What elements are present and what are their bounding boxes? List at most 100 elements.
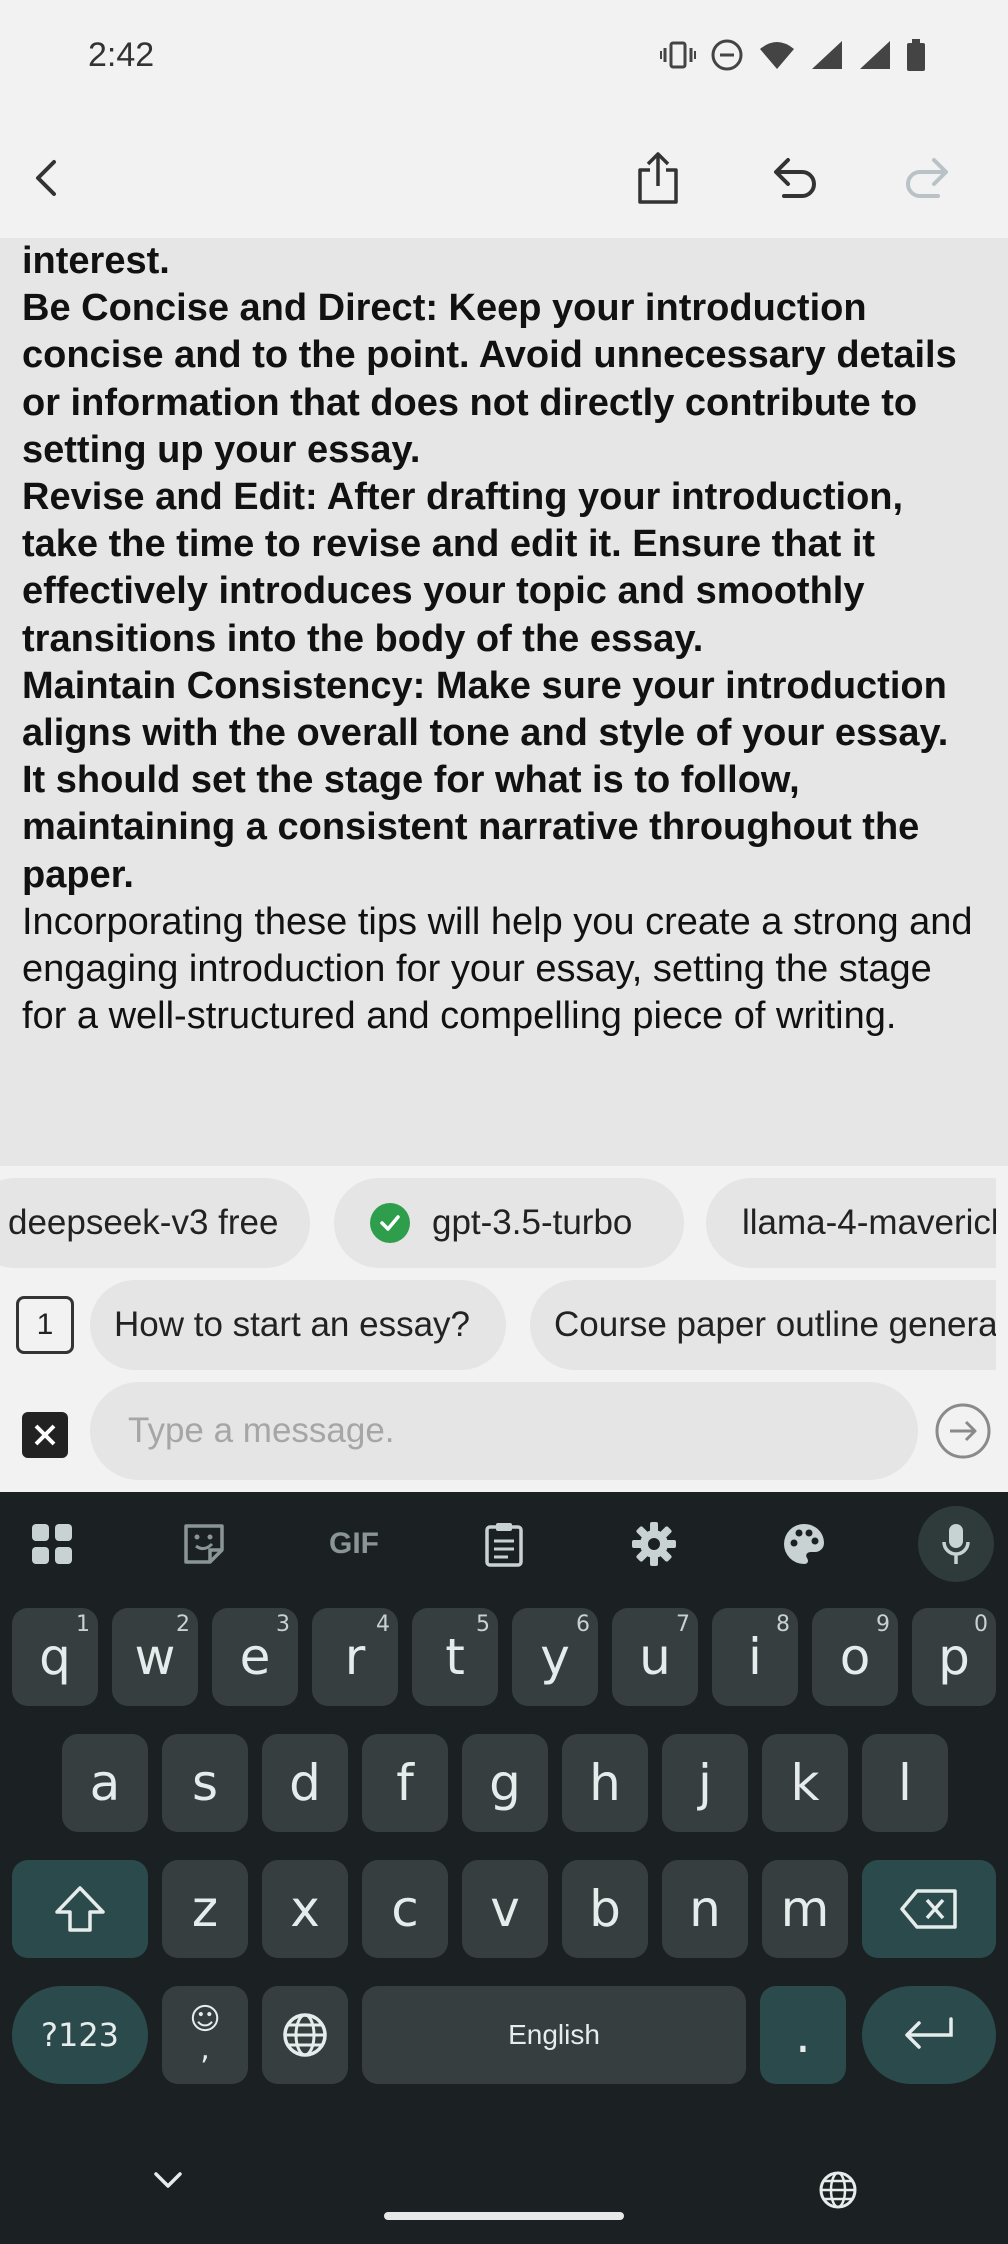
- undo-button[interactable]: [754, 138, 834, 218]
- emoji-comma-key[interactable]: ☺ ,: [162, 1986, 248, 2084]
- suggestion-chip-label: How to start an essay?: [114, 1305, 470, 1344]
- key-g[interactable]: g: [462, 1734, 548, 1832]
- space-key[interactable]: English: [362, 1986, 746, 2084]
- share-icon: [638, 152, 678, 204]
- key-e[interactable]: e3: [212, 1608, 298, 1706]
- signal-icon-2: [858, 39, 892, 71]
- microphone-icon: [942, 1524, 970, 1564]
- key-u[interactable]: u7: [612, 1608, 698, 1706]
- suggestion-chip-outline[interactable]: Course paper outline generator: [530, 1280, 996, 1370]
- emoji-icon: ☺: [189, 2002, 221, 2037]
- key-o[interactable]: o9: [812, 1608, 898, 1706]
- suggestion-row: 1 How to start an essay? Course paper ou…: [0, 1280, 1008, 1372]
- key-w[interactable]: w2: [112, 1608, 198, 1706]
- model-chip-label: gpt-3.5-turbo: [432, 1203, 633, 1242]
- clipboard-button[interactable]: [466, 1506, 542, 1582]
- suggestion-counter: 1: [16, 1296, 74, 1354]
- key-j[interactable]: j: [662, 1734, 748, 1832]
- key-s[interactable]: s: [162, 1734, 248, 1832]
- app-bar: [0, 118, 1008, 238]
- key-y[interactable]: y6: [512, 1608, 598, 1706]
- back-arrow-icon: [36, 160, 56, 196]
- apps-grid-button[interactable]: [14, 1506, 90, 1582]
- key-r[interactable]: r4: [312, 1608, 398, 1706]
- settings-button[interactable]: [616, 1506, 692, 1582]
- key-v[interactable]: v: [462, 1860, 548, 1958]
- sticker-icon: [184, 1524, 224, 1564]
- chips-area: deepseek-v3 free gpt-3.5-turbo llama-4-m…: [0, 1166, 1008, 1496]
- backspace-key[interactable]: [862, 1860, 996, 1958]
- enter-arrow-icon: [905, 2017, 953, 2049]
- battery-icon: [906, 39, 926, 71]
- message-input[interactable]: [90, 1382, 918, 1480]
- language-key[interactable]: [262, 1986, 348, 2084]
- key-p[interactable]: p0: [912, 1608, 996, 1706]
- key-l[interactable]: l: [862, 1734, 948, 1832]
- key-q[interactable]: q1: [12, 1608, 98, 1706]
- status-bar: 2:42: [0, 0, 1008, 118]
- check-icon: [370, 1203, 410, 1243]
- shift-key[interactable]: [12, 1860, 148, 1958]
- keyboard: GIF q1 w2 e3 r4 t5 y6 u7 i8 o9 p0 a s d …: [0, 1492, 1008, 2244]
- suggestion-chip-label: Course paper outline generator: [554, 1305, 996, 1344]
- paragraph: Revise and Edit: After drafting your int…: [22, 476, 904, 660]
- status-time: 2:42: [88, 36, 155, 74]
- key-b[interactable]: b: [562, 1860, 648, 1958]
- gear-icon: [632, 1522, 676, 1566]
- model-chip-label: deepseek-v3 free: [8, 1203, 279, 1242]
- key-n[interactable]: n: [662, 1860, 748, 1958]
- response-text: interest. Be Concise and Direct: Keep yo…: [22, 238, 982, 1040]
- close-icon: [34, 1424, 56, 1446]
- paragraph: interest.: [22, 240, 170, 282]
- keyboard-toolbar: GIF: [0, 1492, 1008, 1592]
- do-not-disturb-icon: [710, 38, 744, 72]
- voice-input-button[interactable]: [918, 1506, 994, 1582]
- paragraph: Maintain Consistency: Make sure your int…: [22, 664, 949, 896]
- key-t[interactable]: t5: [412, 1608, 498, 1706]
- signal-icon: [810, 39, 844, 71]
- sticker-button[interactable]: [166, 1506, 242, 1582]
- key-f[interactable]: f: [362, 1734, 448, 1832]
- theme-button[interactable]: [766, 1506, 842, 1582]
- send-button[interactable]: [934, 1402, 992, 1460]
- model-chip-label: llama-4-maverick: [742, 1203, 996, 1242]
- symbols-key[interactable]: ?123: [12, 1986, 148, 2084]
- clear-button[interactable]: [22, 1412, 68, 1458]
- redo-icon: [906, 158, 948, 198]
- wifi-icon: [758, 39, 796, 71]
- paragraph: Incorporating these tips will help you c…: [22, 900, 973, 1038]
- model-chip-deepseek[interactable]: deepseek-v3 free: [0, 1178, 310, 1268]
- send-arrow-icon: [935, 1403, 991, 1459]
- key-x[interactable]: x: [262, 1860, 348, 1958]
- key-k[interactable]: k: [762, 1734, 848, 1832]
- paragraph: Be Concise and Direct: Keep your introdu…: [22, 287, 957, 471]
- enter-key[interactable]: [862, 1986, 996, 2084]
- key-m[interactable]: m: [762, 1860, 848, 1958]
- key-z[interactable]: z: [162, 1860, 248, 1958]
- response-content: interest. Be Concise and Direct: Keep yo…: [0, 238, 1008, 1166]
- gif-label: GIF: [329, 1527, 379, 1560]
- key-i[interactable]: i8: [712, 1608, 798, 1706]
- model-chip-gpt[interactable]: gpt-3.5-turbo: [334, 1178, 684, 1268]
- key-c[interactable]: c: [362, 1860, 448, 1958]
- backspace-icon: [900, 1889, 957, 1929]
- share-button[interactable]: [618, 138, 698, 218]
- vibrate-icon: [660, 40, 696, 70]
- shift-arrow-icon: [55, 1886, 105, 1932]
- globe-icon: [283, 2013, 327, 2057]
- grid-icon: [32, 1524, 72, 1564]
- home-gesture-handle[interactable]: [384, 2212, 624, 2220]
- model-chip-llama[interactable]: llama-4-maverick: [706, 1178, 996, 1268]
- key-d[interactable]: d: [262, 1734, 348, 1832]
- back-button[interactable]: [6, 138, 86, 218]
- key-h[interactable]: h: [562, 1734, 648, 1832]
- suggestion-chip-start-essay[interactable]: How to start an essay?: [90, 1280, 506, 1370]
- key-a[interactable]: a: [62, 1734, 148, 1832]
- status-icons: [660, 38, 926, 72]
- gif-button[interactable]: GIF: [316, 1506, 392, 1582]
- redo-button[interactable]: [888, 138, 968, 218]
- language-switch-icon[interactable]: [818, 2170, 858, 2210]
- clipboard-icon: [485, 1523, 523, 1567]
- hide-keyboard-icon[interactable]: [150, 2166, 186, 2196]
- period-key[interactable]: .: [760, 1986, 846, 2084]
